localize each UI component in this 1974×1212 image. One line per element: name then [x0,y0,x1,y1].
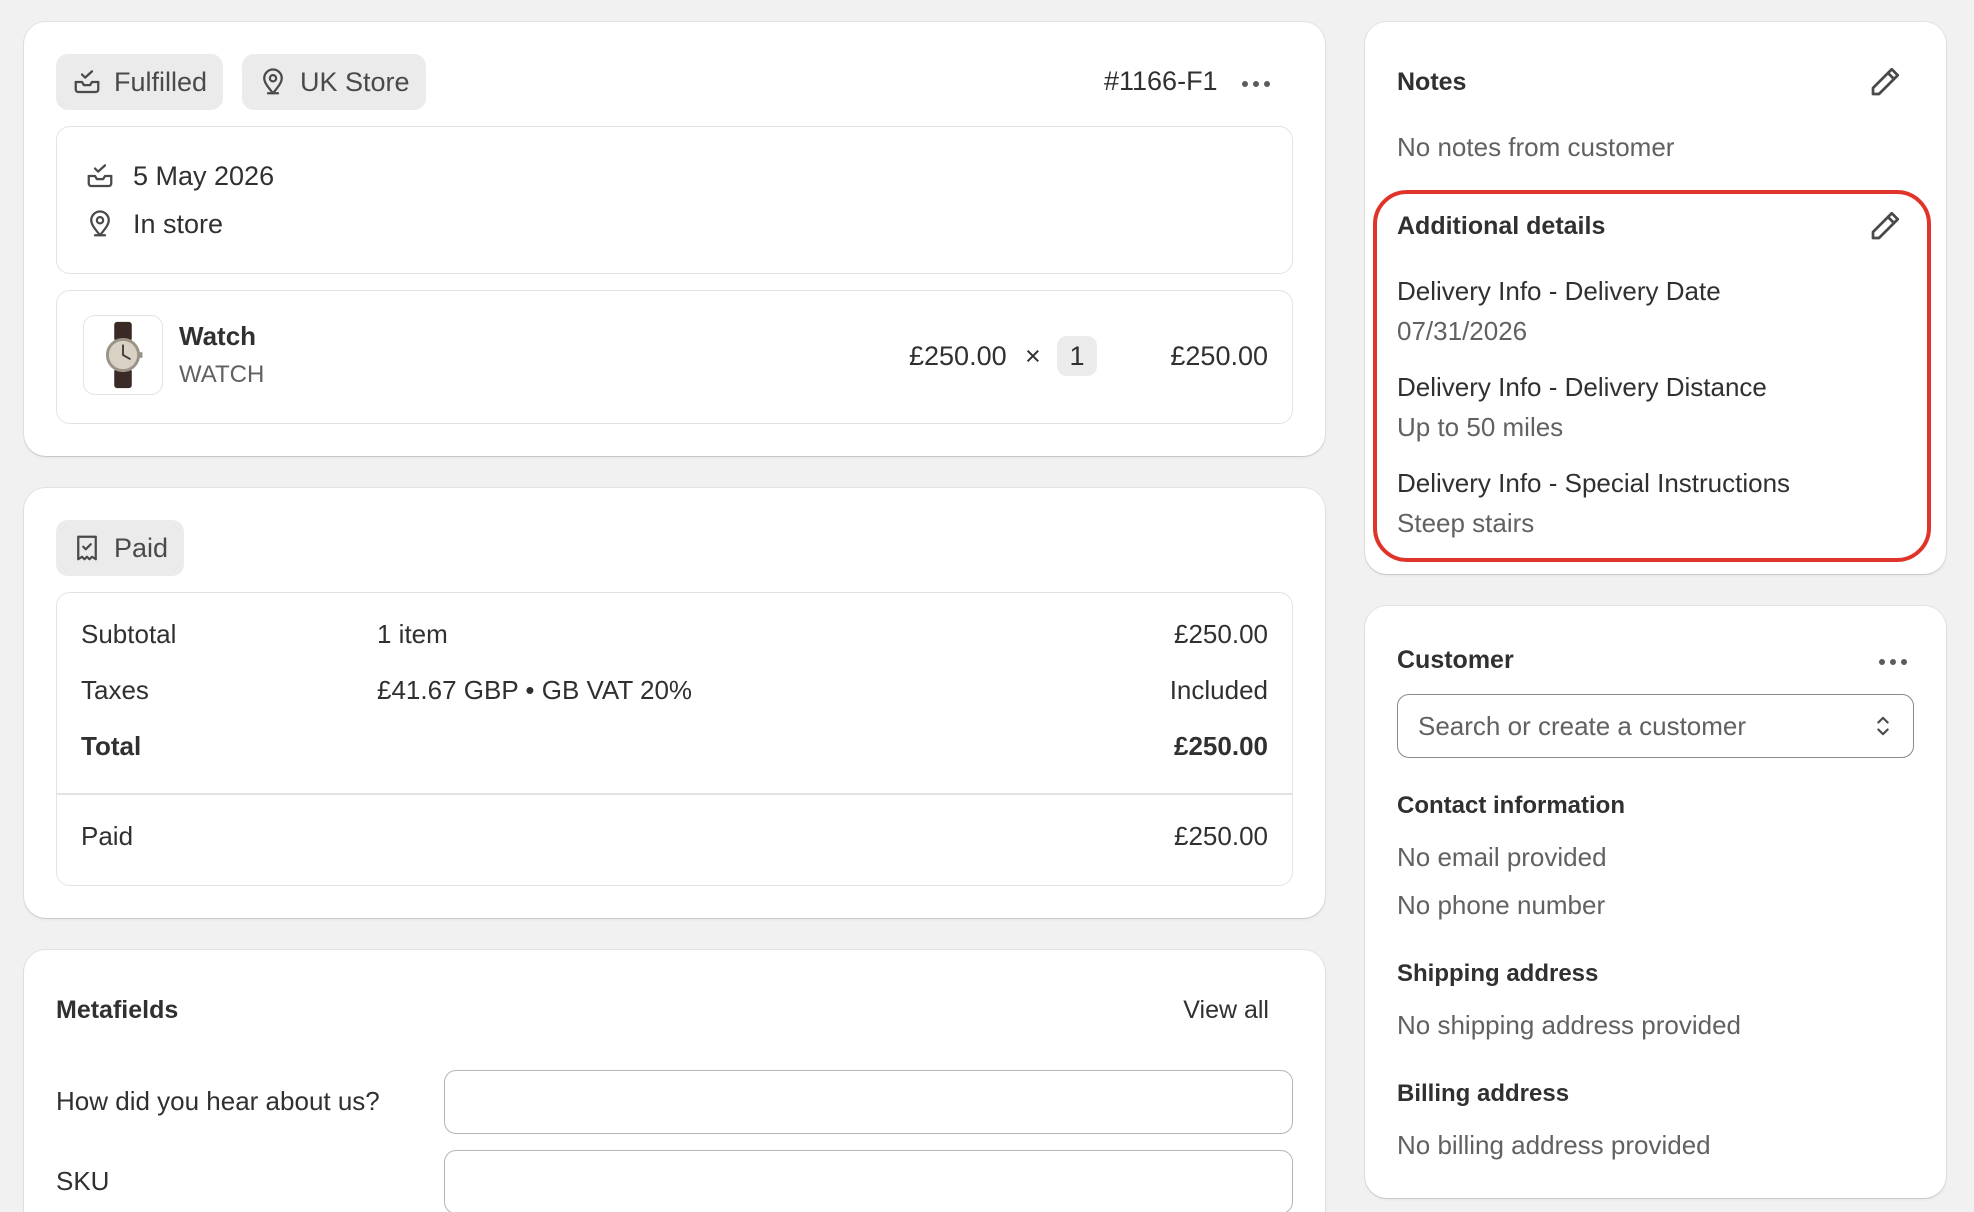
customer-email: No email provided [1397,842,1607,872]
paid-badge-label: Paid [114,532,169,563]
fulfillment-info-box: 5 May 2026 In store [56,126,1293,274]
receipt-check-icon [77,535,97,561]
contact-info-heading: Contact information [1397,792,1625,819]
quantity-badge: 1 [1057,336,1097,376]
shipping-address-text: No shipping address provided [1397,1010,1741,1040]
taxes-amount: Included [1169,675,1268,705]
order-number: #1166-F1 [1104,66,1218,96]
fulfilled-icon [74,70,100,94]
fulfillment-date: 5 May 2026 [133,161,275,191]
line-total: £250.00 [1170,341,1268,371]
line-item-box: Watch WATCH £250.00 × 1 £250.00 [56,290,1293,424]
fulfilled-badge: Fulfilled [56,54,224,110]
payment-summary-box: Subtotal 1 item £250.00 Taxes £41.67 GBP… [56,592,1293,886]
notes-text: No notes from customer [1397,132,1675,162]
taxes-label: Taxes [81,675,149,705]
fulfillment-card: Fulfilled UK Store #1166-F1 5 May 2026 I… [24,22,1325,456]
more-dot-icon [1879,659,1885,665]
customer-card: Customer Search or create a customer Con… [1365,606,1946,1198]
metafield-label-sku: SKU [56,1166,110,1196]
more-dot-icon [1901,659,1907,665]
location-badge: UK Store [242,54,426,110]
product-sku: WATCH [179,361,265,388]
metafields-title: Metafields [56,996,179,1024]
fulfilled-date-icon [87,164,113,188]
times-sign: × [1025,341,1041,371]
fulfillment-more-actions-button[interactable] [1236,75,1276,93]
taxes-detail: £41.67 GBP • GB VAT 20% [377,675,693,705]
additional-details-highlight [1373,190,1931,562]
payment-card: Paid Subtotal 1 item £250.00 Taxes £41.6… [24,488,1325,918]
total-amount: £250.00 [1174,731,1268,761]
location-pin-icon [263,68,283,95]
subtotal-detail: 1 item [377,619,448,649]
watch-image-icon [105,321,143,389]
paid-label: Paid [81,821,134,851]
more-dot-icon [1890,659,1896,665]
view-all-link[interactable]: View all [1183,996,1269,1025]
product-thumbnail[interactable] [83,315,163,395]
total-label: Total [81,731,142,761]
paid-badge: Paid [56,520,185,576]
unit-price: £250.00 [909,341,1007,371]
customer-more-actions-button[interactable] [1873,653,1913,671]
shipping-address-heading: Shipping address [1397,960,1599,987]
in-store-pin-icon [90,210,110,237]
more-dot-icon [1264,81,1270,87]
billing-address-text: No billing address provided [1397,1130,1711,1160]
customer-phone: No phone number [1397,890,1606,920]
more-dot-icon [1253,81,1259,87]
payment-divider [57,793,1292,795]
notes-title: Notes [1397,68,1467,96]
customer-search-combobox[interactable]: Search or create a customer [1397,694,1914,758]
fulfilled-badge-label: Fulfilled [114,66,208,97]
pencil-icon [1871,67,1900,96]
metafields-card: Metafields View all How did you hear abo… [24,950,1325,1212]
location-badge-label: UK Store [300,66,410,97]
fulfillment-method: In store [133,209,224,239]
customer-search-placeholder: Search or create a customer [1418,711,1747,741]
select-chevrons-icon [1877,716,1889,736]
subtotal-amount: £250.00 [1174,619,1268,649]
product-name[interactable]: Watch [179,321,256,352]
customer-title: Customer [1397,646,1514,674]
hear-about-us-input[interactable] [444,1070,1293,1134]
sku-input[interactable] [444,1150,1293,1212]
paid-amount: £250.00 [1174,821,1268,851]
billing-address-heading: Billing address [1397,1080,1570,1107]
edit-notes-button[interactable] [1867,64,1903,100]
metafield-label-hear-about: How did you hear about us? [56,1086,380,1116]
subtotal-label: Subtotal [81,619,177,649]
more-dot-icon [1242,81,1248,87]
